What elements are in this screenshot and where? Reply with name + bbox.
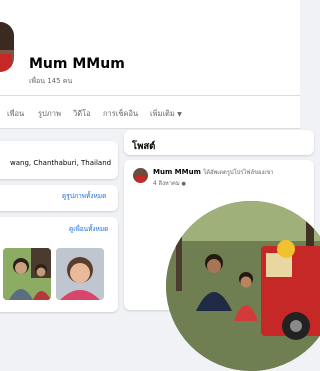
tab-friends[interactable]: เพื่อน <box>4 104 27 124</box>
chevron-down-icon: ▼ <box>177 111 182 118</box>
profile-photo[interactable] <box>166 201 320 371</box>
post-date-text: 4 สิงหาคม <box>153 181 180 187</box>
tab-videos[interactable]: วิดีโอ <box>70 104 94 124</box>
profile-name: Mum MMum <box>29 56 125 72</box>
profile-header: Mum MMum เพื่อน 145 คน <box>0 0 300 95</box>
tab-checkins[interactable]: การเช็คอิน <box>100 104 141 124</box>
intro-location: wang, Chanthaburi, Thailand <box>10 159 112 167</box>
tab-photos[interactable]: รูปภาพ <box>35 104 64 124</box>
tab-more-label: เพิ่มเติม <box>150 109 175 118</box>
profile-tabs: เพื่อน รูปภาพ วิดีโอ การเช็คอิน เพิ่มเติ… <box>0 96 300 129</box>
see-all-friends-link[interactable]: ดูเพื่อนทั้งหมด <box>69 224 108 234</box>
friend-photo <box>3 248 51 300</box>
globe-icon: ● <box>181 181 186 187</box>
friend-thumbnail[interactable] <box>3 248 51 300</box>
post-action-text: ได้อัพเดตรูปโปรไฟล์ของเขา <box>203 170 274 176</box>
post-date[interactable]: 4 สิงหาคม ● <box>153 178 186 188</box>
profile-avatar[interactable] <box>0 22 14 72</box>
friend-thumbnail[interactable] <box>56 248 104 300</box>
friends-count[interactable]: เพื่อน 145 คน <box>29 76 72 87</box>
posts-title: โพสต์ <box>132 141 156 152</box>
post-avatar[interactable] <box>133 168 148 183</box>
post-header: Mum MMum ได้อัพเดตรูปโปรไฟล์ของเขา <box>153 167 274 177</box>
see-all-photos-link[interactable]: ดูรูปภาพทั้งหมด <box>62 191 106 201</box>
post-author-name[interactable]: Mum MMum <box>153 168 201 176</box>
tab-more[interactable]: เพิ่มเติม ▼ <box>147 104 185 124</box>
profile-photo-image <box>166 201 320 371</box>
friend-photo <box>56 248 104 300</box>
